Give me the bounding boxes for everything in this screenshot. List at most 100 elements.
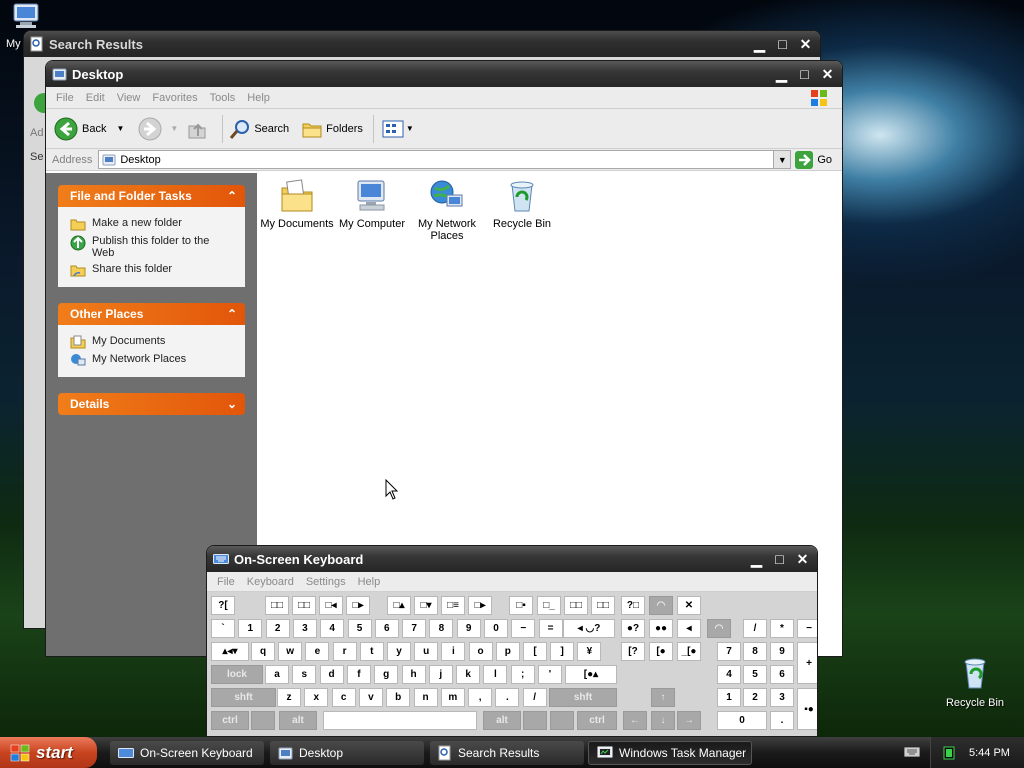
menu-help[interactable]: Help — [247, 92, 270, 104]
go-button[interactable]: Go — [795, 150, 832, 169]
left-arrow-key[interactable]: ← — [623, 711, 647, 730]
keyboard-key[interactable]: 8 — [743, 642, 767, 661]
keyboard-key[interactable]: , — [468, 688, 493, 707]
keyboard-key[interactable]: [● — [649, 642, 673, 661]
task-windows-task-manager[interactable]: Windows Task Manager — [588, 741, 752, 765]
maximize-button[interactable]: □ — [769, 549, 790, 570]
keyboard-key[interactable]: + — [797, 642, 817, 684]
menu-edit[interactable]: Edit — [86, 92, 105, 104]
keyboard-key[interactable]: 9 — [456, 619, 481, 638]
function-key[interactable]: □▪ — [509, 596, 533, 615]
function-key[interactable]: □▴ — [387, 596, 411, 615]
keyboard-key[interactable]: ●● — [649, 619, 673, 638]
keyboard-key[interactable]: ` — [211, 619, 235, 638]
keyboard-key[interactable]: ◂ ◡? — [563, 619, 615, 638]
keyboard-key[interactable]: ] — [550, 642, 575, 661]
keyboard-key[interactable]: [●▴ — [565, 665, 617, 684]
on-screen-keyboard-window[interactable]: On-Screen Keyboard ▁ □ ✕ File Keyboard S… — [207, 546, 817, 736]
keyboard-key[interactable]: j — [428, 665, 453, 684]
file-item-recycle-bin[interactable]: Recycle Bin — [482, 179, 562, 230]
keyboard-key[interactable]: [ — [523, 642, 547, 661]
menu-favorites[interactable]: Favorites — [152, 92, 197, 104]
desktop-icon-recycle-bin[interactable]: Recycle Bin — [940, 656, 1010, 709]
place-my-documents[interactable]: My Documents — [70, 335, 239, 349]
function-key[interactable]: □≡ — [441, 596, 465, 615]
keyboard-key[interactable]: q — [251, 642, 275, 661]
close-button[interactable]: ✕ — [817, 64, 838, 85]
panel-header[interactable]: Details ⌄ — [58, 393, 245, 415]
keyboard-key[interactable]: e — [305, 642, 330, 661]
keyboard-key[interactable]: d — [319, 665, 344, 684]
keyboard-key[interactable]: f — [346, 665, 371, 684]
keyboard-key[interactable]: 4 — [320, 619, 345, 638]
keyboard-key[interactable]: ' — [538, 665, 562, 684]
menu-settings[interactable]: Settings — [306, 576, 346, 588]
windows-key[interactable] — [523, 711, 547, 730]
title-bar[interactable]: On-Screen Keyboard ▁ □ ✕ — [207, 546, 817, 572]
function-key[interactable]: ?□ — [621, 596, 645, 615]
keyboard-key[interactable]: − — [511, 619, 536, 638]
keyboard-key[interactable]: z — [277, 688, 301, 707]
down-arrow-key[interactable]: ↓ — [651, 711, 675, 730]
right-arrow-key[interactable]: → — [677, 711, 701, 730]
keyboard-key[interactable]: v — [358, 688, 383, 707]
desktop-icon-my-computer[interactable]: My — [4, 2, 48, 50]
keyboard-key[interactable]: 1 — [238, 619, 263, 638]
numpad-0-key[interactable]: 0 — [717, 711, 767, 730]
keyboard-key[interactable]: c — [331, 688, 356, 707]
keyboard-key[interactable]: r — [332, 642, 357, 661]
task-share-folder[interactable]: Share this folder — [70, 263, 239, 277]
keyboard-key[interactable]: 3 — [292, 619, 317, 638]
function-key[interactable]: □▸ — [468, 596, 492, 615]
space-bar[interactable] — [323, 711, 477, 730]
alt-key[interactable]: alt — [279, 711, 317, 730]
keyboard-key[interactable]: l — [483, 665, 508, 684]
back-button[interactable]: Back ▼ — [54, 117, 124, 141]
keyboard-key[interactable]: 9 — [770, 642, 794, 661]
menu-tools[interactable]: Tools — [210, 92, 236, 104]
keyboard-key[interactable]: 7 — [402, 619, 427, 638]
keyboard-key[interactable]: shft — [211, 688, 276, 707]
chevron-down-icon[interactable]: ▼ — [170, 124, 178, 133]
function-key[interactable]: □_ — [537, 596, 561, 615]
tray-keyboard-icon[interactable] — [904, 746, 920, 758]
maximize-button[interactable]: □ — [772, 34, 793, 55]
function-key[interactable]: □□ — [564, 596, 588, 615]
task-make-new-folder[interactable]: Make a new folder — [70, 217, 239, 231]
close-button[interactable]: ✕ — [795, 34, 816, 55]
collapse-chevron-icon[interactable]: ⌃ — [227, 189, 237, 203]
function-key[interactable]: □□ — [292, 596, 316, 615]
title-bar[interactable]: Search Results ▁ □ ✕ — [24, 31, 820, 57]
keyboard-key[interactable]: . — [495, 688, 520, 707]
task-manager-tray-icon[interactable] — [943, 746, 955, 760]
keyboard-key[interactable]: lock — [211, 665, 263, 684]
menu-view[interactable]: View — [117, 92, 141, 104]
keyboard-key[interactable]: m — [440, 688, 465, 707]
keyboard-key[interactable]: 1 — [717, 688, 741, 707]
menu-file[interactable]: File — [217, 576, 235, 588]
keyboard-key[interactable]: g — [374, 665, 399, 684]
keyboard-key[interactable]: / — [522, 688, 547, 707]
keyboard-key[interactable]: 7 — [717, 642, 741, 661]
function-key[interactable]: ✕ — [677, 596, 701, 615]
keyboard-key[interactable]: ¥ — [577, 642, 602, 661]
close-button[interactable]: ✕ — [792, 549, 813, 570]
file-item-my-documents[interactable]: My Documents — [257, 179, 337, 230]
keyboard-key[interactable]: / — [743, 619, 767, 638]
function-key[interactable]: □▸ — [346, 596, 370, 615]
keyboard-key[interactable]: [? — [621, 642, 645, 661]
keyboard-key[interactable]: 2 — [743, 688, 767, 707]
file-item-my-network-places[interactable]: My Network Places — [407, 179, 487, 242]
minimize-button[interactable]: ▁ — [749, 34, 770, 55]
address-dropdown-button[interactable]: ▼ — [773, 151, 791, 168]
minimize-button[interactable]: ▁ — [771, 64, 792, 85]
function-key[interactable]: □▾ — [414, 596, 438, 615]
keyboard-key[interactable]: t — [359, 642, 384, 661]
menu-keyboard[interactable]: Keyboard — [247, 576, 294, 588]
keyboard-key[interactable]: h — [401, 665, 426, 684]
place-my-network-places[interactable]: My Network Places — [70, 353, 239, 367]
keyboard-key[interactable]: w — [278, 642, 303, 661]
expand-chevron-icon[interactable]: ⌄ — [227, 397, 237, 411]
ctrl-key[interactable]: ctrl — [211, 711, 249, 730]
keyboard-key[interactable]: 2 — [265, 619, 290, 638]
